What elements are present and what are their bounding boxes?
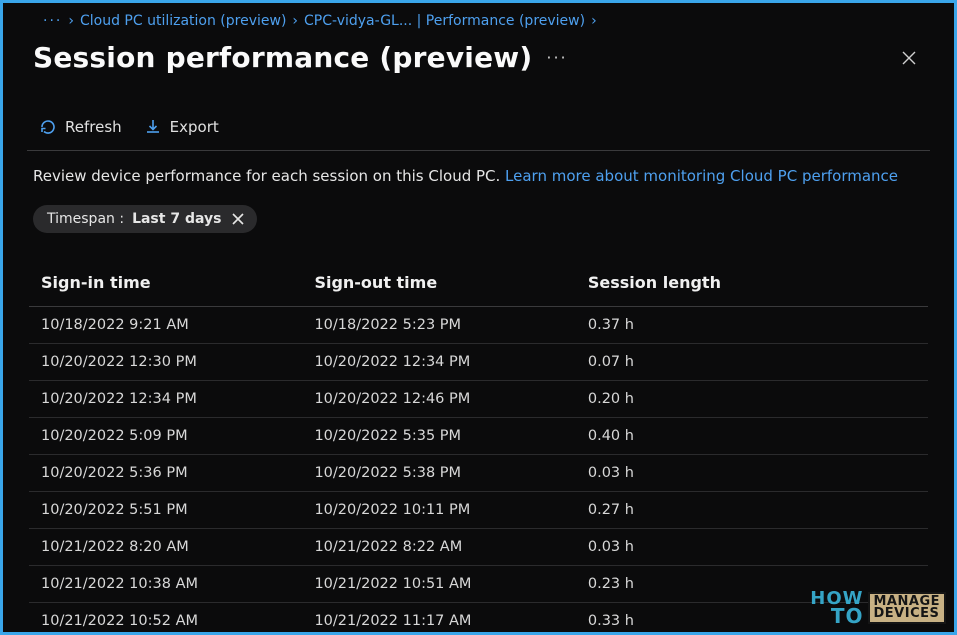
breadcrumb-link-utilization[interactable]: Cloud PC utilization (preview) <box>80 13 286 29</box>
table-row[interactable]: 10/20/2022 5:51 PM10/20/2022 10:11 PM0.2… <box>29 492 928 529</box>
cell-len: 0.03 h <box>588 539 916 555</box>
cell-in: 10/21/2022 10:38 AM <box>41 576 314 592</box>
refresh-label: Refresh <box>65 118 122 136</box>
chevron-right-icon: › <box>591 13 597 29</box>
table-row[interactable]: 10/20/2022 5:09 PM10/20/2022 5:35 PM0.40… <box>29 418 928 455</box>
col-length[interactable]: Session length <box>588 273 916 292</box>
table-row[interactable]: 10/20/2022 5:36 PM10/20/2022 5:38 PM0.03… <box>29 455 928 492</box>
filter-clear-button[interactable] <box>229 210 247 228</box>
cell-in: 10/20/2022 12:34 PM <box>41 391 314 407</box>
cell-in: 10/21/2022 10:52 AM <box>41 613 314 629</box>
download-icon <box>144 118 162 136</box>
table-row[interactable]: 10/18/2022 9:21 AM10/18/2022 5:23 PM0.37… <box>29 307 928 344</box>
refresh-button[interactable]: Refresh <box>39 118 122 136</box>
cell-in: 10/21/2022 8:20 AM <box>41 539 314 555</box>
cell-out: 10/21/2022 10:51 AM <box>314 576 587 592</box>
more-actions-button[interactable]: ··· <box>546 48 567 67</box>
toolbar: Refresh Export <box>3 100 954 150</box>
filter-chip-timespan[interactable]: Timespan : Last 7 days <box>33 205 257 233</box>
cell-in: 10/20/2022 5:51 PM <box>41 502 314 518</box>
cell-in: 10/20/2022 5:36 PM <box>41 465 314 481</box>
breadcrumb-link-performance[interactable]: CPC-vidya-GL... | Performance (preview) <box>304 13 585 29</box>
breadcrumb: ··· › Cloud PC utilization (preview) › C… <box>3 3 954 29</box>
chevron-right-icon: › <box>292 13 298 29</box>
cell-in: 10/20/2022 12:30 PM <box>41 354 314 370</box>
cell-len: 0.03 h <box>588 465 916 481</box>
export-button[interactable]: Export <box>144 118 219 136</box>
watermark-text: TO <box>810 607 863 626</box>
cell-len: 0.20 h <box>588 391 916 407</box>
cell-out: 10/20/2022 12:34 PM <box>314 354 587 370</box>
close-icon <box>901 50 917 66</box>
breadcrumb-ellipsis[interactable]: ··· <box>43 13 62 29</box>
cell-out: 10/20/2022 5:35 PM <box>314 428 587 444</box>
cell-out: 10/20/2022 10:11 PM <box>314 502 587 518</box>
table-row[interactable]: 10/20/2022 12:30 PM10/20/2022 12:34 PM0.… <box>29 344 928 381</box>
export-label: Export <box>170 118 219 136</box>
description: Review device performance for each sessi… <box>3 151 954 185</box>
table-row[interactable]: 10/21/2022 10:52 AM10/21/2022 11:17 AM0.… <box>29 603 928 632</box>
filter-label: Timespan : <box>47 211 124 227</box>
cell-len: 0.27 h <box>588 502 916 518</box>
cell-out: 10/21/2022 8:22 AM <box>314 539 587 555</box>
session-table: Sign-in time Sign-out time Session lengt… <box>29 263 928 632</box>
table-row[interactable]: 10/20/2022 12:34 PM10/20/2022 12:46 PM0.… <box>29 381 928 418</box>
watermark: HOW TO MANAGE DEVICES <box>810 590 946 626</box>
col-sign-in[interactable]: Sign-in time <box>41 273 314 292</box>
cell-out: 10/20/2022 12:46 PM <box>314 391 587 407</box>
refresh-icon <box>39 118 57 136</box>
cell-out: 10/20/2022 5:38 PM <box>314 465 587 481</box>
col-sign-out[interactable]: Sign-out time <box>314 273 587 292</box>
close-icon <box>232 213 244 225</box>
cell-len: 0.40 h <box>588 428 916 444</box>
chevron-right-icon: › <box>68 13 74 29</box>
cell-out: 10/18/2022 5:23 PM <box>314 317 587 333</box>
filter-value: Last 7 days <box>132 211 221 227</box>
cell-in: 10/20/2022 5:09 PM <box>41 428 314 444</box>
learn-more-link[interactable]: Learn more about monitoring Cloud PC per… <box>505 167 898 185</box>
cell-len: 0.37 h <box>588 317 916 333</box>
watermark-text: DEVICES <box>874 608 941 620</box>
table-row[interactable]: 10/21/2022 10:38 AM10/21/2022 10:51 AM0.… <box>29 566 928 603</box>
table-row[interactable]: 10/21/2022 8:20 AM10/21/2022 8:22 AM0.03… <box>29 529 928 566</box>
close-button[interactable] <box>894 43 924 73</box>
cell-out: 10/21/2022 11:17 AM <box>314 613 587 629</box>
table-header: Sign-in time Sign-out time Session lengt… <box>29 263 928 307</box>
description-text: Review device performance for each sessi… <box>33 167 505 185</box>
cell-in: 10/18/2022 9:21 AM <box>41 317 314 333</box>
cell-len: 0.07 h <box>588 354 916 370</box>
page-title: Session performance (preview) <box>33 41 532 74</box>
